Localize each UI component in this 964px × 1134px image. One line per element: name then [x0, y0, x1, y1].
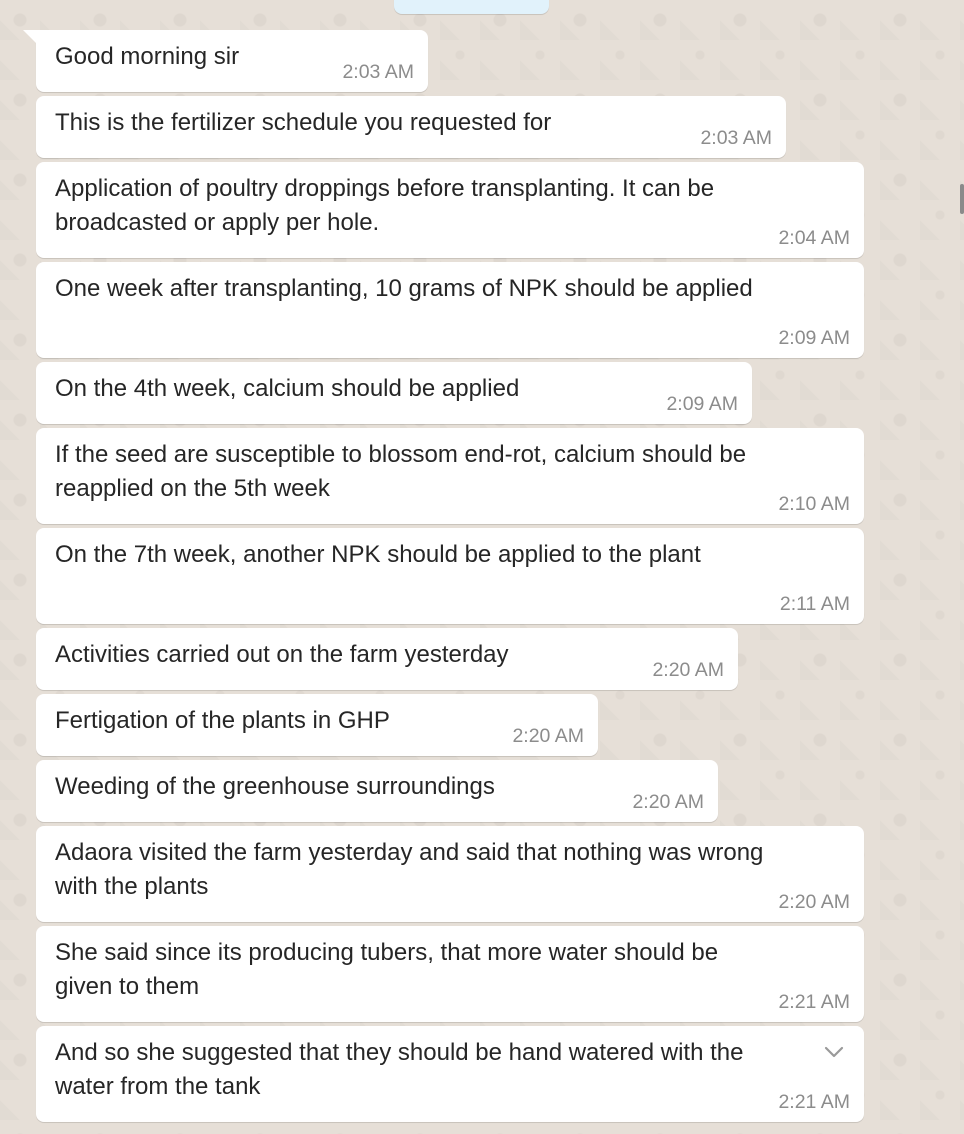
message-text-line2: water from the tank [55, 1073, 261, 1100]
text-fade-overlay [754, 1026, 864, 1082]
message-time: 2:20 AM [632, 791, 704, 813]
message-time: 2:11 AM [779, 593, 850, 615]
message-time: 2:20 AM [652, 659, 724, 681]
message-text: This is the fertilizer schedule you requ… [55, 109, 552, 136]
bubble-tail [23, 30, 36, 43]
message-text: Activities carried out on the farm yeste… [55, 641, 509, 668]
message-time: 2:21 AM [778, 991, 850, 1013]
message-time: 2:09 AM [778, 327, 850, 349]
message-bubble[interactable]: On the 4th week, calcium should be appli… [36, 362, 752, 424]
message-text-line2: reapplied on the 5th week [55, 475, 330, 502]
message-text-line2: with the plants [55, 873, 209, 900]
message-bubble[interactable]: Fertigation of the plants in GHP 2:20 AM [36, 694, 598, 756]
message-text-line2: broadcasted or apply per hole. [55, 209, 380, 236]
message-text: And so she suggested that they should be… [55, 1039, 744, 1066]
scrollbar-thumb[interactable] [960, 184, 964, 214]
message-bubble[interactable]: This is the fertilizer schedule you requ… [36, 96, 786, 158]
message-bubble[interactable]: Adaora visited the farm yesterday and sa… [36, 826, 864, 922]
message-time: 2:04 AM [778, 227, 850, 249]
message-bubble[interactable]: On the 7th week, another NPK should be a… [36, 528, 864, 624]
message-time: 2:09 AM [666, 393, 738, 415]
message-time: 2:03 AM [342, 61, 414, 83]
message-bubble[interactable]: Weeding of the greenhouse surroundings 2… [36, 760, 718, 822]
message-bubble[interactable]: One week after transplanting, 10 grams o… [36, 262, 864, 358]
chevron-down-icon[interactable] [822, 1040, 846, 1064]
message-text-line2: given to them [55, 973, 200, 1000]
message-time: 2:20 AM [512, 725, 584, 747]
message-text: On the 7th week, another NPK should be a… [55, 541, 701, 568]
message-text: Adaora visited the farm yesterday and sa… [55, 839, 764, 866]
message-time: 2:03 AM [700, 127, 772, 149]
message-text: Application of poultry droppings before … [55, 175, 715, 202]
message-bubble[interactable]: Good morning sir 2:03 AM [23, 30, 428, 92]
message-bubble[interactable]: Activities carried out on the farm yeste… [36, 628, 738, 690]
message-time: 2:21 AM [778, 1091, 850, 1113]
message-bubble[interactable]: If the seed are susceptible to blossom e… [36, 428, 864, 524]
date-divider [394, 0, 549, 14]
message-bubble[interactable]: And so she suggested that they should be… [36, 1026, 864, 1122]
message-text: One week after transplanting, 10 grams o… [55, 275, 753, 302]
message-text: If the seed are susceptible to blossom e… [55, 441, 747, 468]
message-bubble[interactable]: Application of poultry droppings before … [36, 162, 864, 258]
message-text: On the 4th week, calcium should be appli… [55, 375, 520, 402]
message-bubble[interactable]: She said since its producing tubers, tha… [36, 926, 864, 1022]
message-text: She said since its producing tubers, tha… [55, 939, 719, 966]
message-time: 2:20 AM [778, 891, 850, 913]
message-text: Weeding of the greenhouse surroundings [55, 773, 495, 800]
message-time: 2:10 AM [778, 493, 850, 515]
